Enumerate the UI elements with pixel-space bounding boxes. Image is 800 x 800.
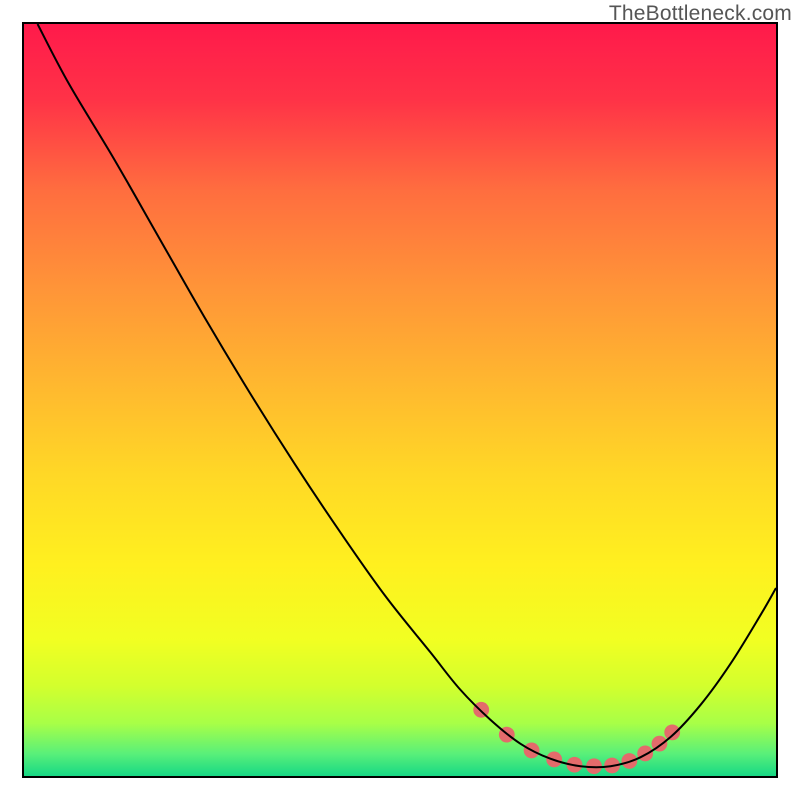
highlight-dot: [664, 724, 680, 740]
highlight-dots: [473, 702, 680, 774]
highlight-dot: [637, 746, 653, 762]
chart-container: TheBottleneck.com: [0, 0, 800, 800]
plot-area: [22, 22, 778, 778]
plot-svg: [24, 24, 776, 776]
curve-line: [38, 24, 776, 767]
watermark-text: TheBottleneck.com: [609, 2, 792, 26]
